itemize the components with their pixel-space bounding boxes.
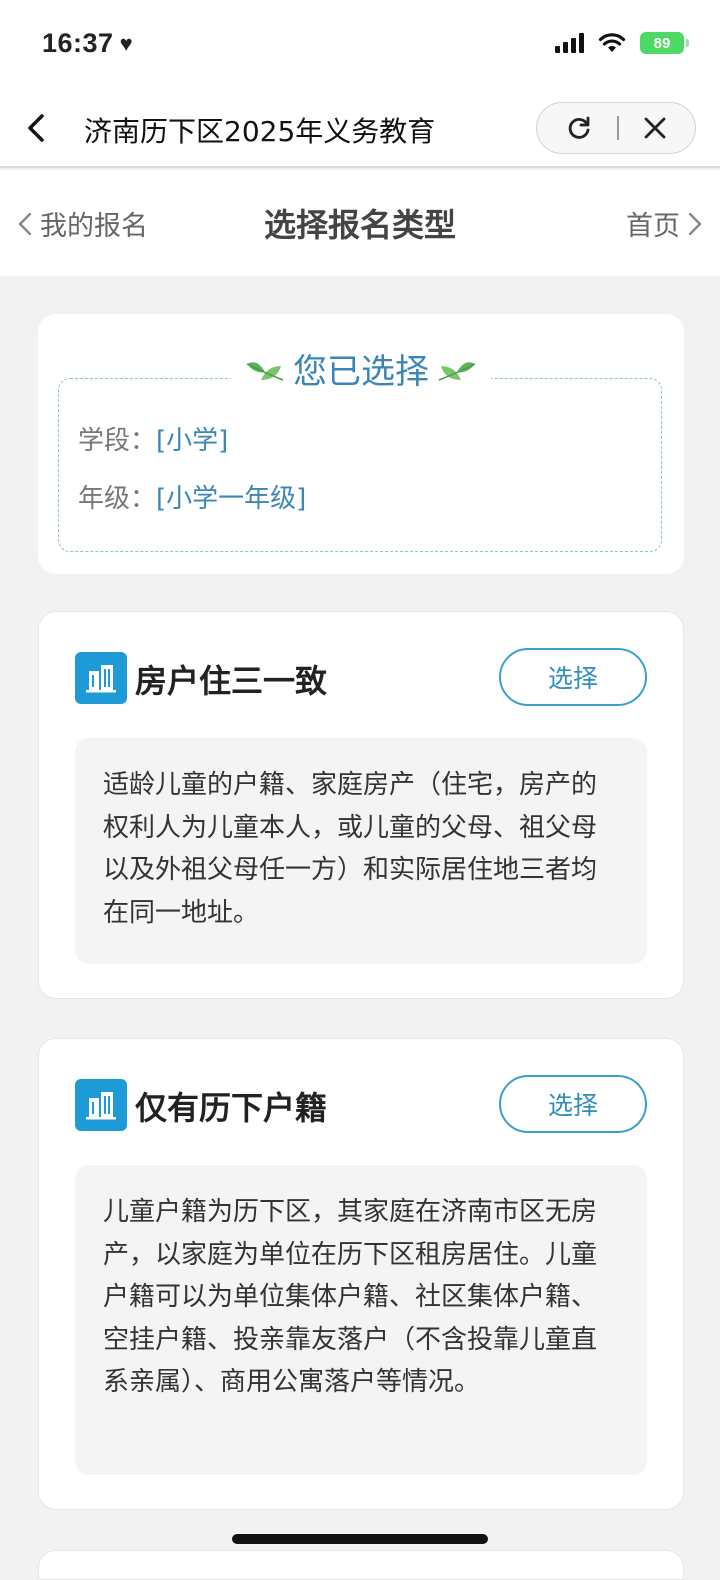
status-bar: 16:37 ♥ 89 [0, 0, 720, 90]
heart-icon: ♥ [119, 30, 134, 56]
signal-icon [555, 33, 584, 53]
registration-type-title: 房户住三一致 [135, 662, 328, 700]
back-icon[interactable] [18, 106, 58, 150]
select-button[interactable]: 选择 [499, 1075, 647, 1133]
registration-type-description: 儿童户籍为历下区，其家庭在济南市区无房产，以家庭为单位在历下区租房居住。儿童户籍… [75, 1165, 647, 1475]
browser-capsule [536, 102, 696, 154]
browser-bar: 济南历下区2025年义务教育 [0, 90, 720, 168]
registration-type-description: 适龄儿童的户籍、家庭房产（住宅，房产的权利人为儿童本人，或儿童的父母、祖父母以及… [75, 738, 647, 964]
selection-heading-text: 您已选择 [293, 352, 429, 392]
status-time-text: 16:37 [42, 28, 114, 58]
page-title: 选择报名类型 [263, 206, 456, 244]
next-card-peek [38, 1550, 684, 1580]
wifi-icon [598, 33, 626, 52]
registration-type-card: 房户住三一致 选择 适龄儿童的户籍、家庭房产（住宅，房产的权利人为儿童本人，或儿… [38, 611, 684, 999]
selection-summary-card: 您已选择 学段：[小学] 年级：[小学一年级] [38, 314, 684, 574]
refresh-icon[interactable] [564, 113, 594, 143]
status-icons: 89 [555, 32, 689, 54]
close-icon[interactable] [642, 115, 668, 141]
registration-type-card: 仅有历下户籍 选择 儿童户籍为历下区，其家庭在济南市区无房产，以家庭为单位在历下… [38, 1038, 684, 1510]
grade-row: 年级：[小学一年级] [78, 478, 306, 515]
selection-dashed-box [58, 378, 662, 552]
grade-label: 年级： [78, 484, 157, 514]
building-icon [75, 652, 127, 704]
capsule-divider [616, 116, 619, 140]
home-label: 首页 [626, 211, 680, 242]
home-indicator[interactable] [232, 1534, 488, 1544]
building-icon [75, 1079, 127, 1131]
battery-icon: 89 [640, 32, 689, 54]
status-time: 16:37 ♥ [42, 28, 133, 59]
chevron-right-icon [688, 212, 702, 235]
page-nav: 我的报名 选择报名类型 首页 [0, 170, 720, 276]
registration-type-title: 仅有历下户籍 [135, 1089, 328, 1127]
browser-title: 济南历下区2025年义务教育 [84, 115, 436, 148]
school-stage-label: 学段： [78, 426, 157, 456]
selection-heading: 您已选择 [231, 344, 491, 393]
home-link[interactable]: 首页 [626, 204, 704, 243]
leaf-right-icon [438, 361, 476, 381]
grade-value: [小学一年级] [156, 484, 307, 514]
leaf-left-icon [246, 361, 284, 381]
school-stage-value: [小学] [156, 426, 229, 456]
school-stage-row: 学段：[小学] [78, 420, 228, 457]
battery-level: 89 [653, 34, 671, 52]
select-button[interactable]: 选择 [499, 648, 647, 706]
